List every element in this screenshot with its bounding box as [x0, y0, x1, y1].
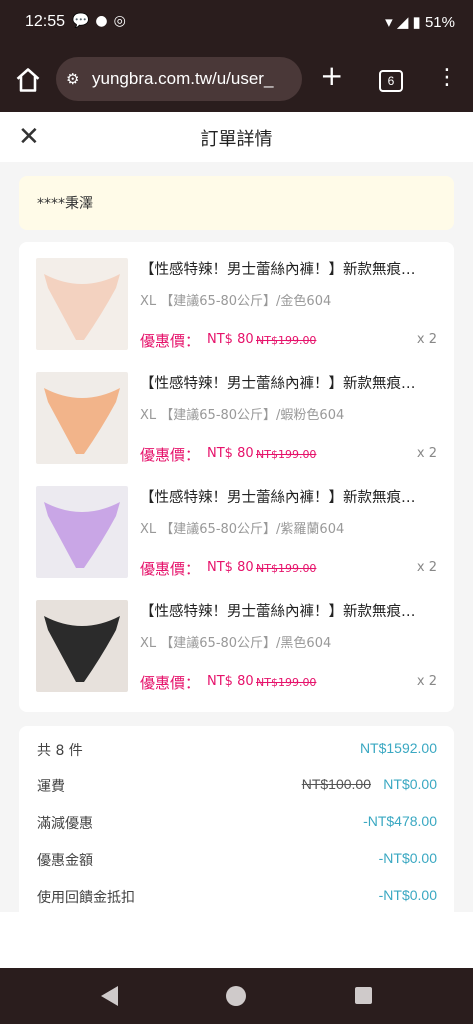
item-title: 【性感特辣！男士蕾絲內褲！】新款無痕…: [140, 604, 416, 620]
page-header: ✕ 訂單詳情: [0, 112, 473, 162]
signal-icon: ◢: [396, 14, 409, 31]
item-variant: XL 【建議65-80公斤】/蝦粉色604: [140, 408, 345, 423]
product-image: [36, 372, 128, 464]
item-price: NT$ 80: [207, 332, 254, 347]
battery-level: 51%: [424, 14, 455, 31]
summary-value: -NT$0.00: [378, 850, 437, 866]
summary-label: 運費: [37, 779, 65, 795]
summary-label: 滿減優惠: [37, 816, 93, 832]
summary-row-shipping: 運費 NT$100.00 NT$0.00: [19, 776, 454, 800]
notification-icons: 💬●◎: [72, 13, 132, 29]
list-item[interactable]: 【性感特辣！男士蕾絲內褲！】新款無痕… XL 【建議65-80公斤】/蝦粉色60…: [19, 356, 454, 464]
item-price: NT$ 80: [207, 560, 254, 575]
bottom-area: [0, 912, 473, 968]
home-icon[interactable]: [14, 66, 42, 94]
summary-label: 共 8 件: [37, 743, 83, 759]
summary-value: NT$1592.00: [359, 740, 437, 756]
item-price: NT$ 80: [207, 446, 254, 461]
tab-switcher-button[interactable]: 6: [379, 70, 403, 92]
page-title: 訂單詳情: [200, 129, 273, 150]
system-icons: ▾ ◢ ▮ 51%: [385, 13, 455, 31]
item-title: 【性感特辣！男士蕾絲內褲！】新款無痕…: [140, 376, 416, 392]
order-items: 【性感特辣！男士蕾絲內褲！】新款無痕… XL 【建議65-80公斤】/金色604…: [19, 242, 454, 712]
new-tab-icon[interactable]: +: [320, 61, 343, 91]
shipping-original: NT$100.00: [301, 776, 371, 792]
item-qty: x 2: [416, 332, 437, 347]
home-nav-icon[interactable]: [226, 986, 246, 1006]
site-settings-icon[interactable]: ⚙: [66, 70, 79, 88]
url-text: yungbra.com.tw/u/user_: [92, 69, 274, 88]
item-qty: x 2: [416, 446, 437, 461]
address-bar[interactable]: ⚙ yungbra.com.tw/u/user_: [56, 57, 302, 101]
summary-label: 使用回饋金抵扣: [37, 890, 135, 906]
price-label: 優惠價：: [140, 446, 201, 464]
recents-icon[interactable]: [355, 987, 372, 1004]
price-label: 優惠價：: [140, 560, 201, 578]
item-qty: x 2: [416, 674, 437, 689]
item-original-price: NT$199.00: [256, 562, 317, 575]
wifi-icon: ▾: [385, 14, 393, 31]
product-image: [36, 600, 128, 692]
summary-row-credit: 使用回饋金抵扣 -NT$0.00: [19, 887, 454, 911]
list-item[interactable]: 【性感特辣！男士蕾絲內褲！】新款無痕… XL 【建議65-80公斤】/紫羅蘭60…: [19, 470, 454, 578]
status-bar: 12:55 💬●◎ ▾ ◢ ▮ 51%: [0, 0, 473, 48]
recipient-banner: ****秉澤: [19, 176, 454, 230]
product-image: [36, 258, 128, 350]
item-title: 【性感特辣！男士蕾絲內褲！】新款無痕…: [140, 490, 416, 506]
list-item[interactable]: 【性感特辣！男士蕾絲內褲！】新款無痕… XL 【建議65-80公斤】/金色604…: [19, 242, 454, 350]
item-qty: x 2: [416, 560, 437, 575]
summary-row-discount: 滿減優惠 -NT$478.00: [19, 813, 454, 837]
summary-value: -NT$478.00: [363, 813, 437, 829]
order-summary: 共 8 件 NT$1592.00 運費 NT$100.00 NT$0.00 滿減…: [19, 726, 454, 916]
item-price: NT$ 80: [207, 674, 254, 689]
item-variant: XL 【建議65-80公斤】/紫羅蘭604: [140, 522, 345, 537]
product-image: [36, 486, 128, 578]
item-title: 【性感特辣！男士蕾絲內褲！】新款無痕…: [140, 262, 416, 278]
back-icon[interactable]: [101, 986, 118, 1006]
item-original-price: NT$199.00: [256, 448, 317, 461]
price-label: 優惠價：: [140, 674, 201, 692]
browser-toolbar: ⚙ yungbra.com.tw/u/user_ + 6 ⋮: [0, 48, 473, 112]
item-variant: XL 【建議65-80公斤】/黑色604: [140, 636, 332, 651]
summary-value: NT$0.00: [383, 776, 437, 792]
status-time: 12:55: [25, 13, 66, 30]
item-original-price: NT$199.00: [256, 676, 317, 689]
recipient-name: ****秉澤: [37, 196, 93, 212]
summary-row-count: 共 8 件 NT$1592.00: [19, 740, 454, 764]
price-label: 優惠價：: [140, 332, 201, 350]
more-menu-icon[interactable]: ⋮: [436, 65, 458, 90]
item-variant: XL 【建議65-80公斤】/金色604: [140, 294, 332, 309]
summary-row-coupon: 優惠金額 -NT$0.00: [19, 850, 454, 874]
battery-icon: ▮: [412, 14, 421, 31]
summary-label: 優惠金額: [37, 853, 93, 869]
item-original-price: NT$199.00: [256, 334, 317, 347]
system-nav-bar: [0, 968, 473, 1024]
summary-value: -NT$0.00: [378, 887, 437, 903]
list-item[interactable]: 【性感特辣！男士蕾絲內褲！】新款無痕… XL 【建議65-80公斤】/黑色604…: [19, 584, 454, 692]
